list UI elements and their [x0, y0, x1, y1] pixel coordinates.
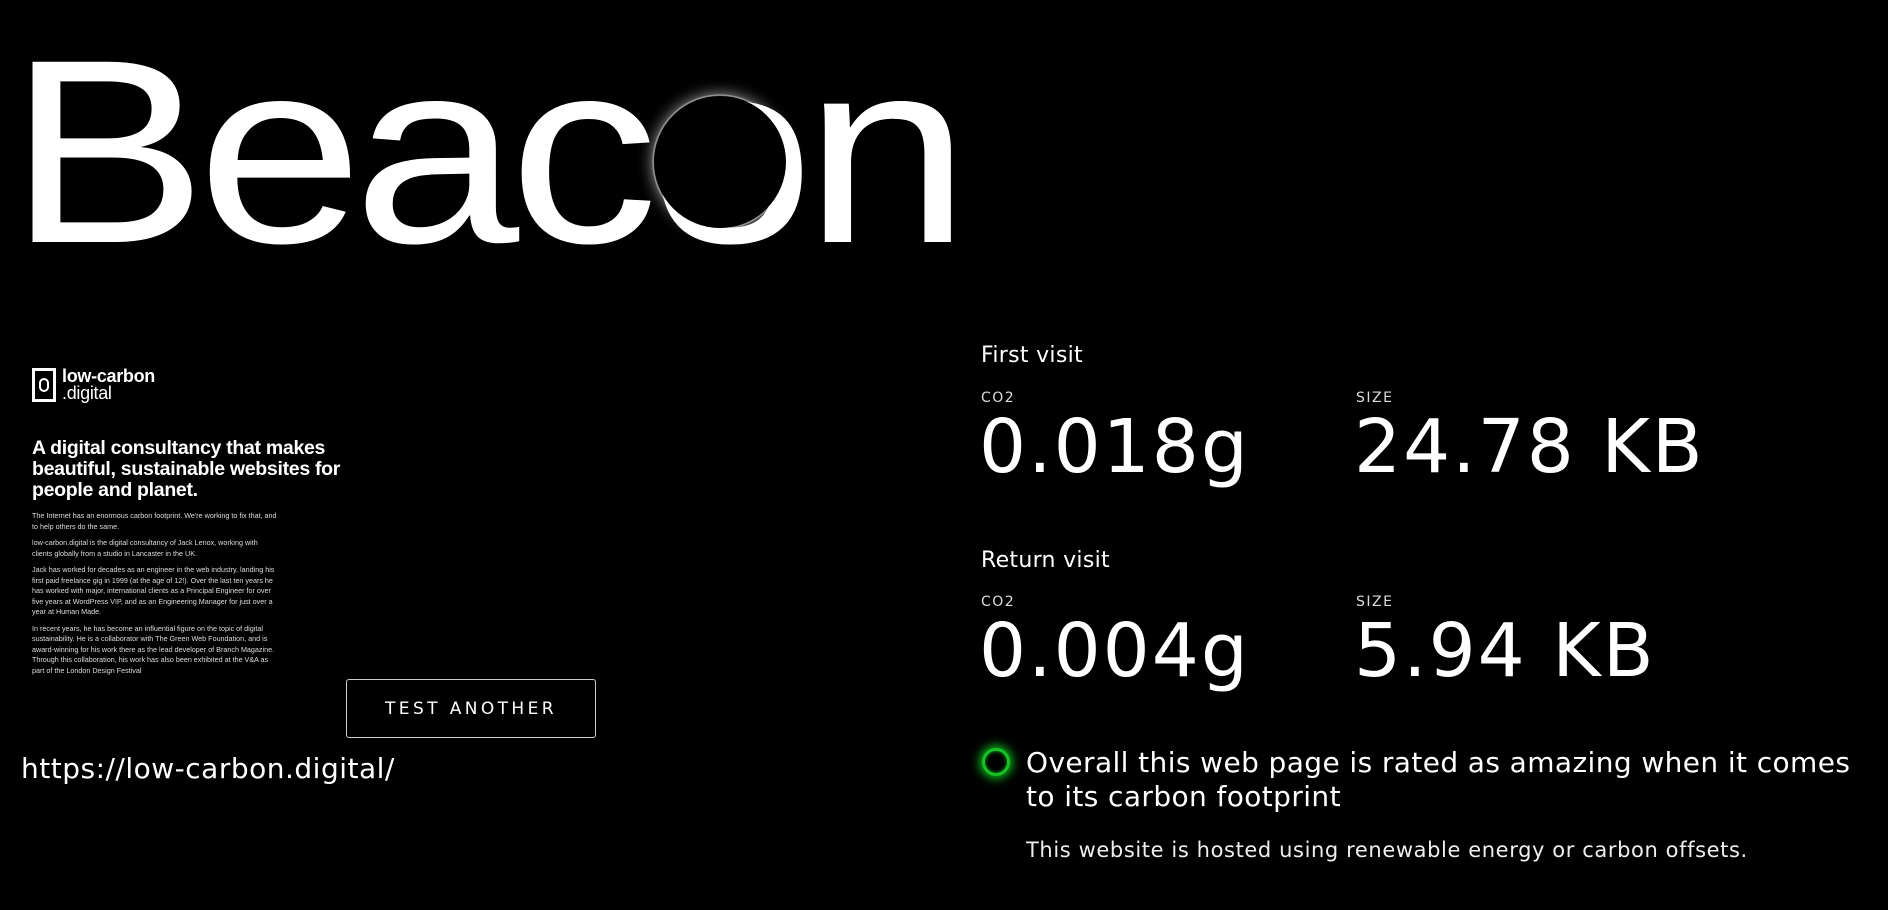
first-visit-size-value: 24.78 KB	[1354, 404, 1705, 490]
return-visit-co2-value: 0.004g	[979, 608, 1250, 694]
return-visit-size-value: 5.94 KB	[1354, 608, 1656, 694]
preview-paragraph: The Internet has an enormous carbon foot…	[32, 511, 277, 531]
rating-text: Overall this web page is rated as amazin…	[1026, 746, 1851, 813]
beacon-wordmark: Beacon	[0, 0, 960, 260]
eclipse-icon	[654, 96, 786, 228]
preview-paragraph: In recent years, he has become an influe…	[32, 623, 275, 675]
preview-paragraph: low-carbon.digital is the digital consul…	[32, 538, 258, 558]
first-visit-co2-value: 0.018g	[979, 404, 1250, 490]
site-screenshot-preview: low-carbon .digital A digital consultanc…	[22, 356, 342, 692]
tested-url: https://low-carbon.digital/	[21, 752, 395, 785]
preview-headline: A digital consultancy that makes beautif…	[32, 437, 341, 501]
rating-status-icon	[982, 748, 1010, 776]
test-another-button[interactable]: TEST ANOTHER	[346, 679, 596, 738]
preview-paragraph: Jack has worked for decades as an engine…	[32, 565, 275, 616]
return-visit-heading: Return visit	[981, 548, 1110, 573]
first-visit-heading: First visit	[981, 343, 1083, 368]
beacon-results-page: Beacon low-carbon .digital A digital con…	[0, 0, 1888, 910]
preview-brand: low-carbon .digital	[32, 367, 342, 403]
hosting-text: This website is hosted using renewable e…	[1026, 838, 1748, 862]
preview-brand-suffix: .digital	[62, 383, 112, 403]
wordmark-text: Beacon	[8, 5, 960, 260]
low-carbon-logo-icon	[32, 368, 56, 402]
